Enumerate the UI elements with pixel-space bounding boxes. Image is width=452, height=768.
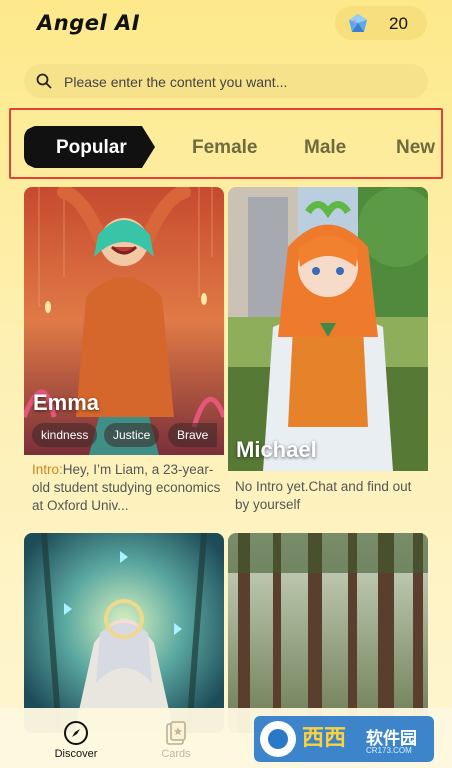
character-image xyxy=(24,533,224,733)
search-input[interactable] xyxy=(62,64,416,100)
character-name: Michael xyxy=(236,437,317,462)
search-bar[interactable] xyxy=(24,64,428,100)
character-name: Emma xyxy=(33,390,100,415)
character-intro: Intro:Hey, I’m Liam, a 23-year-old stude… xyxy=(32,461,222,515)
character-card-emma[interactable]: Emma kindness Justice Brave Intro:Hey, I… xyxy=(24,187,224,517)
search-icon xyxy=(36,73,52,89)
trait-tag: kindness xyxy=(32,423,98,447)
app-title: Angel AI xyxy=(37,11,141,35)
nav-label: Cards xyxy=(161,748,191,760)
character-image xyxy=(228,187,428,471)
compass-icon xyxy=(64,721,88,745)
character-image xyxy=(228,533,428,733)
cards-icon xyxy=(166,721,186,745)
tab-new[interactable]: New xyxy=(396,137,435,159)
character-intro: No Intro yet.Chat and find out by yourse… xyxy=(235,479,412,512)
tab-label: Popular xyxy=(56,137,127,158)
intro-label: Intro: xyxy=(32,462,63,477)
gem-balance[interactable] xyxy=(335,6,427,40)
diamond-icon xyxy=(349,14,367,32)
watermark-logo-icon xyxy=(260,721,296,757)
character-card[interactable] xyxy=(24,533,224,733)
gem-count: 20 xyxy=(389,14,408,33)
tab-male[interactable]: Male xyxy=(304,137,346,159)
character-card[interactable] xyxy=(228,533,428,733)
character-card-michael[interactable]: Michael No Intro yet.Chat and find out b… xyxy=(228,187,428,517)
header: Angel AI 20 xyxy=(0,0,452,50)
watermark-brand: 西西 xyxy=(302,726,347,751)
nav-label: Discover xyxy=(54,748,98,760)
trait-tag: Brave xyxy=(168,423,218,447)
trait-tag: Justice xyxy=(104,423,160,447)
tab-popular[interactable]: Popular xyxy=(24,126,155,168)
site-watermark: 西西 软件园 CR173.COM xyxy=(254,716,434,762)
tab-female[interactable]: Female xyxy=(192,137,257,159)
watermark-url: CR173.COM xyxy=(366,746,412,755)
